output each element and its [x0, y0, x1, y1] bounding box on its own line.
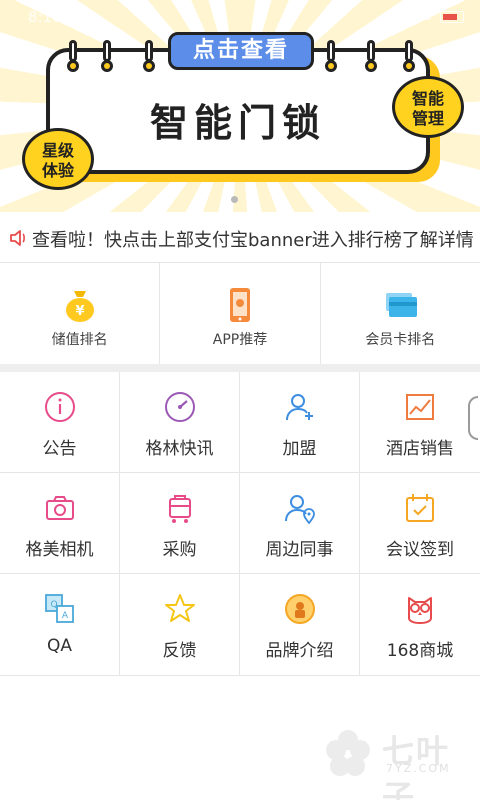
svg-text:Q: Q	[50, 600, 57, 610]
grid-item-app-recommend[interactable]: APP推荐	[160, 263, 321, 364]
trend-chart-icon	[406, 394, 434, 420]
info-circle-icon	[44, 392, 75, 422]
phone-icon	[229, 288, 250, 322]
grid-item-feedback[interactable]: 反馈	[120, 574, 240, 675]
banner-click-label[interactable]: 点击查看	[168, 32, 314, 70]
qa-icon: Q A	[44, 594, 74, 623]
grid-item-camera[interactable]: 格美相机	[0, 473, 120, 574]
grid-item-hotel-sales[interactable]: 酒店销售	[360, 372, 480, 473]
badge-star-experience: 星级 体验	[22, 128, 94, 190]
grid-item-meeting-checkin[interactable]: 会议签到	[360, 473, 480, 574]
badge-right-line1: 智能	[411, 89, 444, 108]
network-label: 4G	[413, 9, 432, 24]
binder-ring-icon	[322, 40, 340, 72]
grid-item-label: 加盟	[282, 439, 317, 459]
status-right: 4G	[414, 9, 464, 24]
svg-text:¥: ¥	[75, 304, 84, 319]
grid-item-label: 品牌介绍	[265, 641, 334, 661]
grid-item-label: 会议签到	[386, 540, 454, 560]
grid-item-168-mall[interactable]: 168商城	[360, 574, 480, 675]
function-grid: 公告 格林快讯 加盟 酒店销售 格美相机 采购 周边同事 会议签到 Q A QA…	[0, 372, 480, 676]
grid-item-announcement[interactable]: 公告	[0, 372, 120, 473]
grid-item-label: 格林快讯	[145, 439, 214, 459]
badge-smart-manage: 智能 管理	[392, 76, 464, 138]
grid-item-label: 反馈	[162, 641, 197, 661]
grid-item-label: 酒店销售	[386, 439, 454, 459]
watermark: 七叶子 7YZ.COM	[322, 724, 472, 800]
brand-medal-icon	[284, 594, 315, 624]
grid-item-label: 采购	[162, 540, 197, 560]
calendar-check-icon	[406, 494, 434, 522]
status-bar: 8:18 4G	[0, 0, 480, 34]
notice-marquee[interactable]: 查看啦！快点击上部支付宝banner进入排行榜了解详情	[0, 220, 480, 256]
grid-item-qa[interactable]: Q A QA	[0, 574, 120, 675]
add-user-icon	[285, 394, 313, 421]
binder-ring-icon	[140, 40, 158, 72]
grid-item-label: 格美相机	[25, 540, 94, 560]
member-card-icon	[386, 293, 418, 317]
gauge-icon	[164, 392, 195, 422]
badge-right-line2: 管理	[411, 109, 444, 128]
binder-ring-icon	[98, 40, 116, 72]
watermark-sub: 7YZ.COM	[386, 762, 451, 775]
owl-icon	[408, 597, 432, 624]
leaf-logo-icon	[326, 730, 370, 776]
grid-item-label: QA	[46, 636, 72, 656]
grid-item-label: 168商城	[386, 641, 454, 661]
grid-item-label: 会员卡排名	[365, 332, 436, 348]
section-divider	[0, 364, 480, 372]
notice-text: 查看啦！快点击上部支付宝banner进入排行榜了解详情	[32, 230, 474, 251]
binder-ring-icon	[64, 40, 82, 72]
grid-item-stored-value-ranking[interactable]: ¥ 储值排名	[0, 263, 161, 364]
money-bag-icon: ¥	[65, 291, 94, 322]
grid-item-nearby-colleagues[interactable]: 周边同事	[240, 473, 360, 574]
grid-item-purchase[interactable]: 采购	[120, 473, 240, 574]
camera-icon	[45, 496, 74, 520]
badge-left-line1: 星级	[41, 141, 74, 160]
binder-ring-icon	[362, 40, 380, 72]
nearby-user-icon	[284, 495, 315, 525]
speaker-icon	[10, 230, 25, 246]
status-time: 8:18	[28, 8, 62, 26]
grid-item-member-card-ranking[interactable]: 会员卡排名	[321, 263, 480, 364]
cart-icon	[168, 495, 191, 523]
side-drawer-handle[interactable]	[468, 396, 478, 440]
svg-text:A: A	[61, 611, 68, 621]
grid-item-label: 周边同事	[265, 540, 334, 560]
grid-item-label: APP推荐	[212, 332, 268, 348]
grid-item-brand-intro[interactable]: 品牌介绍	[240, 574, 360, 675]
badge-left-line2: 体验	[41, 161, 74, 180]
banner-title: 智能门锁	[149, 101, 326, 145]
grid-item-news[interactable]: 格林快讯	[120, 372, 240, 473]
ranking-grid: ¥ 储值排名 APP推荐 会员卡排名	[0, 262, 480, 364]
grid-item-label: 公告	[42, 439, 77, 459]
binder-ring-icon	[400, 40, 418, 72]
star-feedback-icon	[164, 594, 195, 622]
banner-pager-dot[interactable]	[231, 196, 238, 203]
grid-item-label: 储值排名	[51, 332, 108, 348]
battery-icon	[440, 10, 464, 23]
grid-item-join[interactable]: 加盟	[240, 372, 360, 473]
